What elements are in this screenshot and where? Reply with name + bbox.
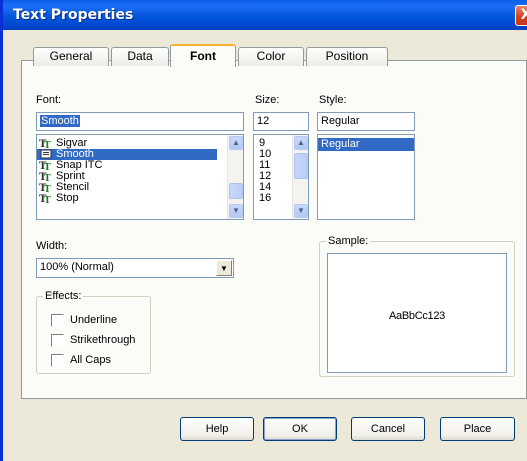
style-label: Style: — [319, 94, 347, 106]
checkbox-icon[interactable] — [51, 334, 64, 347]
list-item[interactable]: T T Stop — [37, 193, 243, 204]
tab-position[interactable]: Position — [306, 47, 388, 66]
dropdown-arrow-icon[interactable]: ▼ — [216, 260, 232, 276]
svg-text:T: T — [44, 141, 51, 148]
tab-color[interactable]: Color — [238, 47, 304, 66]
tab-font[interactable]: Font — [170, 44, 236, 67]
size-list[interactable]: 9 10 11 12 14 16 ▲ ▼ — [253, 134, 309, 220]
truetype-font-icon: TT — [39, 194, 51, 203]
svg-text:T: T — [44, 163, 51, 170]
printer-font-icon — [40, 149, 52, 159]
scroll-up-arrow-icon[interactable]: ▲ — [229, 136, 243, 150]
font-input[interactable]: Smooth — [36, 112, 244, 131]
tab-general[interactable]: General — [33, 47, 109, 66]
size-label: Size: — [255, 94, 280, 106]
sample-preview: AaBbCc123 — [327, 253, 507, 373]
svg-text:T: T — [44, 196, 51, 203]
all-caps-label: All Caps — [70, 354, 111, 366]
font-list[interactable]: T T Sigvar Smooth T T Snap ITC T T Sprint T T St… — [36, 134, 244, 220]
sample-label: Sample: — [326, 235, 371, 247]
truetype-font-icon: TT — [39, 183, 51, 192]
truetype-font-icon: TT — [39, 161, 51, 170]
title-bar[interactable]: Text Properties X — [3, 0, 527, 30]
svg-text:T: T — [44, 174, 51, 181]
tab-data[interactable]: Data — [111, 47, 169, 66]
size-input[interactable]: 12 — [253, 112, 309, 131]
width-select[interactable]: 100% (Normal) ▼ — [36, 258, 234, 278]
strikethrough-label: Strikethrough — [70, 334, 136, 346]
scrollbar-thumb[interactable] — [294, 153, 308, 179]
svg-text:T: T — [44, 185, 51, 192]
help-button[interactable]: Help — [180, 417, 254, 441]
cancel-button[interactable]: Cancel — [351, 417, 425, 441]
scrollbar-thumb[interactable] — [229, 183, 243, 199]
style-list[interactable]: Regular — [317, 134, 415, 220]
font-list-scrollbar[interactable]: ▲ ▼ — [227, 135, 243, 219]
text-properties-dialog: Text Properties X General Data Font Colo… — [0, 0, 527, 461]
checkbox-icon[interactable] — [51, 314, 64, 327]
size-list-scrollbar[interactable]: ▲ ▼ — [292, 135, 308, 219]
effects-label: Effects: — [43, 290, 84, 302]
sample-text: AaBbCc123 — [388, 310, 445, 322]
strikethrough-checkbox[interactable]: Strikethrough — [51, 334, 135, 348]
style-input[interactable]: Regular — [317, 112, 415, 131]
truetype-font-icon: TT — [39, 172, 51, 181]
ok-button[interactable]: OK — [263, 417, 337, 441]
all-caps-checkbox[interactable]: All Caps — [51, 354, 111, 368]
place-button[interactable]: Place — [440, 417, 515, 441]
close-button[interactable]: X — [515, 5, 527, 26]
underline-label: Underline — [70, 314, 118, 326]
window-title: Text Properties — [13, 7, 134, 23]
scroll-up-arrow-icon[interactable]: ▲ — [294, 136, 308, 150]
close-icon: X — [521, 7, 527, 23]
truetype-font-icon: TT — [39, 139, 51, 148]
scroll-down-arrow-icon[interactable]: ▼ — [294, 204, 308, 218]
scroll-down-arrow-icon[interactable]: ▼ — [229, 204, 243, 218]
width-label: Width: — [36, 240, 68, 252]
list-item-selected[interactable]: Regular — [318, 138, 414, 151]
tab-strip: General Data Font Color Position — [33, 44, 513, 67]
checkbox-icon[interactable] — [51, 354, 64, 367]
underline-checkbox[interactable]: Underline — [51, 314, 117, 328]
font-label: Font: — [36, 94, 62, 106]
